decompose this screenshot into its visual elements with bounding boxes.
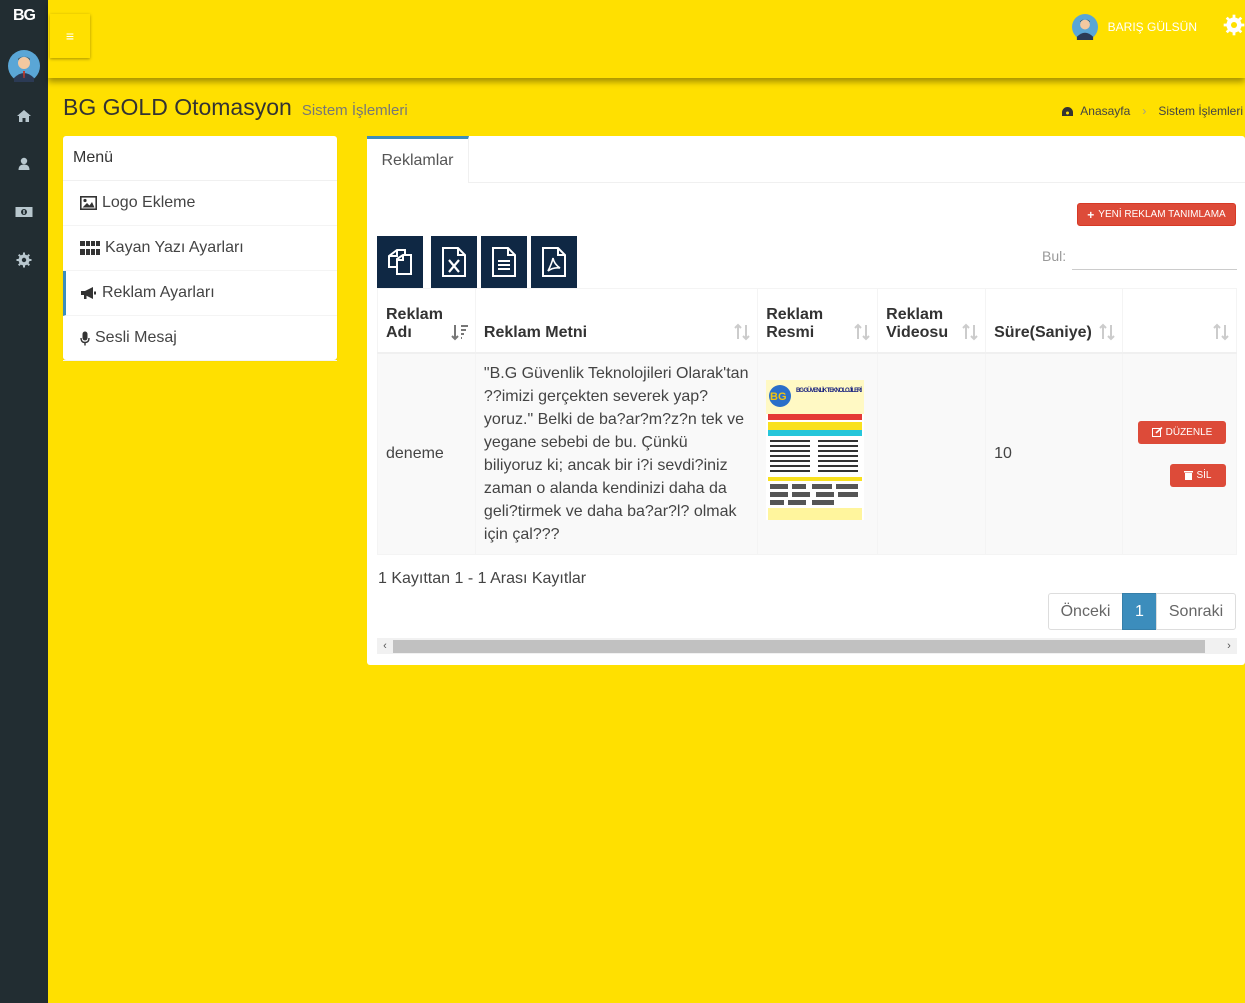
cell-ad-text: "B.G Güvenlik Teknolojileri Olarak'tan ?…: [474, 352, 759, 555]
cell-actions: DÜZENLE SİL: [1121, 352, 1238, 555]
new-ad-button[interactable]: + YENİ REKLAM TANIMLAMA: [1077, 203, 1236, 226]
table-info: 1 Kayıttan 1 - 1 Arası Kayıtlar: [378, 570, 587, 587]
menu-item-label: Kayan Yazı Ayarları: [105, 239, 244, 256]
breadcrumb-separator: ›: [1142, 104, 1147, 118]
edit-icon: [1151, 427, 1163, 437]
gear-icon[interactable]: [0, 236, 48, 284]
menu-item-ads[interactable]: Reklam Ayarları: [63, 271, 337, 316]
sidebar-toggle-button[interactable]: ≡: [50, 14, 90, 58]
home-icon[interactable]: [0, 92, 48, 140]
user-icon[interactable]: [0, 140, 48, 188]
tab-reklamlar[interactable]: Reklamlar: [367, 136, 469, 183]
horizontal-scrollbar[interactable]: ‹ ›: [377, 638, 1237, 654]
pdf-icon: [542, 247, 566, 277]
sort-icon: [734, 323, 750, 340]
column-header-actions[interactable]: [1121, 288, 1238, 354]
page-title-text: BG GOLD Otomasyon: [63, 94, 292, 120]
svg-text:BG: BG: [770, 391, 787, 403]
cell-ad-image: BG BG GÜVENLİK TEKNOLOJİLERİ: [757, 352, 879, 555]
search-label: Bul:: [1042, 248, 1067, 264]
csv-icon: [492, 247, 516, 277]
page-title: BG GOLD Otomasyon Sistem İşlemleri: [63, 94, 408, 121]
sidebar-avatar[interactable]: [8, 50, 40, 82]
cell-ad-name: deneme: [377, 352, 476, 555]
ads-table: Reklam Adı Reklam Metni Reklam Resmi Rek…: [377, 288, 1238, 555]
user-name: BARIŞ GÜLSÜN: [1107, 20, 1197, 34]
copy-button[interactable]: [377, 236, 423, 288]
app-logo[interactable]: BG: [0, 0, 48, 32]
search-input[interactable]: [1072, 242, 1237, 270]
pagination: Önceki 1 Sonraki: [1048, 593, 1236, 630]
tab-bar: Reklamlar: [367, 136, 1245, 183]
cell-duration: 10: [985, 352, 1123, 555]
column-header-duration[interactable]: Süre(Saniye): [985, 288, 1123, 354]
scrollbar-thumb[interactable]: [393, 640, 1205, 653]
sidebar: BG: [0, 0, 48, 1003]
menu-item-label: Sesli Mesaj: [95, 329, 177, 346]
cell-ad-video: [877, 352, 987, 555]
menu-item-voice[interactable]: Sesli Mesaj: [63, 316, 337, 361]
trash-icon: [1184, 471, 1194, 480]
new-ad-button-label: YENİ REKLAM TANIMLAMA: [1098, 209, 1226, 220]
excel-button[interactable]: [431, 236, 477, 288]
copy-icon: [388, 249, 412, 275]
column-header-image[interactable]: Reklam Resmi: [757, 288, 879, 354]
edit-button[interactable]: DÜZENLE: [1137, 420, 1226, 444]
column-header-text[interactable]: Reklam Metni: [474, 288, 759, 354]
table-row: deneme "B.G Güvenlik Teknolojileri Olara…: [377, 352, 1238, 555]
scroll-left-icon[interactable]: ‹: [377, 638, 393, 654]
microphone-icon: [80, 331, 90, 345]
ad-image-title: BG GÜVENLİK TEKNOLOJİLERİ: [796, 387, 862, 394]
grid-icon: [80, 241, 100, 255]
user-avatar: [1071, 14, 1098, 40]
settings-menu: Menü Logo Ekleme Kayan Yazı Ayarları Rek…: [63, 136, 337, 361]
next-page-button[interactable]: Sonraki: [1156, 593, 1236, 630]
page-subtitle: Sistem İşlemleri: [301, 102, 408, 119]
csv-button[interactable]: [481, 236, 527, 288]
bullhorn-icon: [81, 287, 96, 299]
dashboard-icon: [1062, 106, 1074, 116]
money-icon[interactable]: [0, 188, 48, 236]
column-header-name[interactable]: Reklam Adı: [377, 288, 476, 354]
scroll-right-icon[interactable]: ›: [1221, 638, 1237, 654]
menu-item-logo[interactable]: Logo Ekleme: [63, 181, 337, 226]
menu-item-label: Reklam Ayarları: [102, 284, 215, 301]
sort-desc-icon: [451, 324, 468, 340]
delete-button[interactable]: SİL: [1169, 463, 1226, 487]
excel-icon: [442, 247, 466, 277]
menu-item-marquee[interactable]: Kayan Yazı Ayarları: [63, 226, 337, 271]
breadcrumb-current: Sistem İşlemleri: [1158, 104, 1243, 118]
column-header-video[interactable]: Reklam Videosu: [877, 288, 987, 354]
page-1-button[interactable]: 1: [1122, 593, 1157, 630]
sort-icon: [1099, 323, 1115, 340]
user-menu[interactable]: BARIŞ GÜLSÜN: [1071, 14, 1197, 40]
settings-gear-icon[interactable]: [1223, 14, 1245, 36]
top-header: ≡ BARIŞ GÜLSÜN: [48, 0, 1245, 78]
sort-icon: [1213, 323, 1229, 340]
sort-icon: [854, 323, 870, 340]
image-icon: [80, 196, 97, 210]
pdf-button[interactable]: [531, 236, 577, 288]
breadcrumb: Anasayfa › Sistem İşlemleri: [1061, 104, 1243, 118]
prev-page-button[interactable]: Önceki: [1048, 593, 1123, 630]
ad-image-thumbnail[interactable]: BG BG GÜVENLİK TEKNOLOJİLERİ: [766, 380, 865, 520]
sort-icon: [962, 323, 978, 340]
ads-panel: Reklamlar + YENİ REKLAM TANIMLAMA Bul: R…: [367, 136, 1245, 665]
menu-title: Menü: [63, 136, 337, 181]
menu-item-label: Logo Ekleme: [102, 194, 196, 211]
breadcrumb-home[interactable]: Anasayfa: [1080, 104, 1130, 118]
plus-icon: +: [1087, 207, 1095, 222]
